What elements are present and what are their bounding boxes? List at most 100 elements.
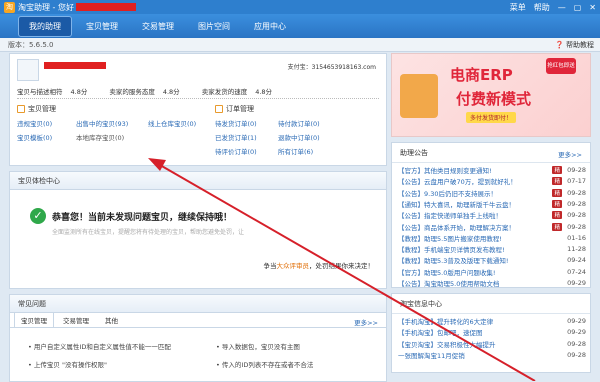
banner-tagline: 多付发货即付！: [466, 112, 517, 123]
main-nav: 我的助理 宝贝管理 交易管理 图片空间 应用中心: [0, 14, 600, 38]
faq-tab-other[interactable]: 其他: [98, 312, 125, 327]
shipped-orders-link[interactable]: 已发货订单(1): [215, 132, 257, 142]
all-orders-link[interactable]: 所有订单(6): [278, 146, 313, 156]
shopping-bag-icon: [400, 74, 438, 118]
announcements-title[interactable]: 【官方】其他类目规则变更通知!: [398, 165, 550, 175]
announcements-item[interactable]: 【官方】其他类目规则变更通知! 精 09-28: [398, 165, 586, 175]
announcements-title[interactable]: 【教程】助理5.3普及及版理下载通知!: [398, 255, 562, 265]
announcements-title[interactable]: 【公告】9.30后仍旧不支持展示！: [398, 188, 550, 198]
shop-ratings: 宝贝与描述相符 4.8分 卖家的服务态度 4.8分 卖家发货的速度 4.8分: [17, 86, 272, 96]
announcements-item[interactable]: 【教程】手机端宝贝详情页发布教程! 11-28: [398, 244, 586, 254]
erp-ad-banner[interactable]: 抢红包即送 电商ERP 付费新模式 多付发货即付！: [391, 53, 591, 137]
faq-tab-trade[interactable]: 交易管理: [56, 312, 96, 327]
announcements-title[interactable]: 【公告】淘宝助理5.0使用帮助文档: [398, 278, 562, 288]
announcements-title[interactable]: 【通知】特大喜讯，助理新版千牛云盘！: [398, 199, 550, 209]
local-stock-goods-link[interactable]: 本地库存宝贝(0): [76, 132, 124, 142]
announcements-item[interactable]: 【教程】助理5.3普及及版理下载通知! 09-24: [398, 255, 586, 265]
box-icon: [17, 105, 25, 113]
news-item[interactable]: 【手机淘宝】包邮吧，速促图 09-29: [398, 327, 586, 337]
help-button[interactable]: 帮助: [534, 2, 550, 13]
announcements-date: 07-24: [567, 267, 586, 276]
faq-item[interactable]: • 传入的ID列表不存在或者不合法: [216, 359, 313, 369]
refund-orders-link[interactable]: 退款中订单(0): [278, 132, 320, 142]
menu-button[interactable]: 菜单: [510, 2, 526, 13]
announcements-item[interactable]: 【公告】淘宝助理5.0使用帮助文档 09-29: [398, 278, 586, 288]
close-icon[interactable]: ✕: [589, 3, 596, 12]
order-icon: [215, 105, 223, 113]
version-label: 版本：5.6.5.0: [8, 40, 54, 49]
announcements-date: 09-28: [567, 222, 586, 231]
news-item[interactable]: 一张图解淘宝11月促销 09-28: [398, 350, 586, 360]
taobao-logo-icon: 淘: [4, 1, 15, 13]
announcements-item[interactable]: 【公告】商品体系开始，助理解决方案！精 09-28: [398, 222, 586, 232]
news-title[interactable]: 一张图解淘宝11月促销: [398, 350, 562, 360]
violation-goods-link[interactable]: 违规宝贝(0): [17, 118, 52, 128]
news-title[interactable]: 【宝贝淘宝】交易积极性大幅提升: [398, 339, 562, 349]
help-tutorial-link[interactable]: ❓ 帮助教程: [555, 40, 594, 50]
health-check-subtext: 全面监测所有在线宝贝，提醒您将有待处理的宝贝，帮助您避免处罚，让: [52, 229, 245, 236]
announcements-title[interactable]: 【公告】指定快递师单独手上线啦！: [398, 210, 550, 220]
announcements-date: 11-28: [567, 245, 586, 254]
tab-images[interactable]: 图片空间: [188, 17, 240, 36]
rating-item: 卖家的服务态度 4.8分: [109, 88, 180, 96]
news-title[interactable]: 【手机淘宝】包邮吧，速促图: [398, 327, 562, 337]
announcements-date: 09-28: [567, 166, 586, 174]
on-sale-goods-link[interactable]: 出售中的宝贝(93): [76, 118, 128, 128]
title-bar: 淘 淘宝助理 - 您好 菜单 帮助 — ▢ ✕: [0, 0, 600, 14]
announcements-more-link[interactable]: 更多>>: [558, 149, 582, 159]
maximize-icon[interactable]: ▢: [574, 3, 582, 12]
news-panel: 淘宝信息中心 【手机淘宝】提升转化的6大定律 09-29 【手机淘宝】包邮吧，速促图…: [391, 293, 591, 373]
health-check-panel: 宝贝体检中心 ✓ 恭喜您！当前未发现问题宝贝，继续保持哦！ 全面监测所有在线宝贝…: [9, 171, 387, 289]
news-item[interactable]: 【宝贝淘宝】交易积极性大幅提升 09-28: [398, 339, 586, 349]
announcements-date: 09-28: [567, 211, 586, 220]
faq-tab-goods[interactable]: 宝贝管理: [14, 312, 54, 327]
alipay-account: 支付宝：3154653918163.com: [287, 64, 376, 71]
hot-badge: 精: [552, 188, 562, 197]
tab-apps[interactable]: 应用中心: [244, 17, 296, 36]
announcements-item[interactable]: 【官方】助理5.0版用户问题收集! 07-24: [398, 267, 586, 277]
redacted-shop-name: [44, 62, 106, 69]
minimize-icon[interactable]: —: [558, 3, 566, 12]
news-date: 09-28: [567, 339, 586, 348]
faq-more-link[interactable]: 更多>>: [354, 317, 378, 327]
announcements-item[interactable]: 【教程】助理5.5图片搬家使用教程! 01-16: [398, 233, 586, 243]
hot-badge: 精: [552, 166, 562, 174]
announcements-date: 01-16: [567, 233, 586, 242]
goods-template-link[interactable]: 宝贝模板(0): [17, 132, 52, 142]
faq-item[interactable]: • 导入数据包，宝贝没有主图: [216, 341, 300, 351]
faq-header: 常见问题: [10, 295, 386, 313]
announcements-title[interactable]: 【教程】助理5.5图片搬家使用教程!: [398, 233, 562, 243]
warehouse-goods-link[interactable]: 线上仓库宝贝(0): [148, 118, 196, 128]
hot-badge: 精: [552, 199, 562, 208]
unpaid-orders-link[interactable]: 待付款订单(0): [278, 118, 320, 128]
tab-goods[interactable]: 宝贝管理: [76, 17, 128, 36]
news-title[interactable]: 【手机淘宝】提升转化的6大定律: [398, 316, 562, 326]
banner-subheadline: 付费新模式: [456, 90, 532, 108]
check-circle-icon: ✓: [30, 208, 46, 224]
announcements-item[interactable]: 【公告】云盘用户破70万，提到就好礼！精 07-17: [398, 176, 586, 186]
to-ship-orders-link[interactable]: 待发货订单(0): [215, 118, 257, 128]
news-item[interactable]: 【手机淘宝】提升转化的6大定律 09-29: [398, 316, 586, 326]
faq-item[interactable]: • 上传宝贝 "没有操作权限": [28, 359, 107, 369]
to-review-orders-link[interactable]: 待评价订单(0): [215, 146, 257, 156]
announcements-item[interactable]: 【公告】9.30后仍旧不支持展示！精 09-28: [398, 188, 586, 198]
public-reviewer-link[interactable]: 大众评审员: [277, 262, 310, 270]
announcements-title[interactable]: 【公告】云盘用户破70万，提到就好礼！: [398, 176, 550, 186]
tab-trade[interactable]: 交易管理: [132, 17, 184, 36]
health-check-message: 恭喜您！当前未发现问题宝贝，继续保持哦！: [52, 213, 233, 223]
announcements-item[interactable]: 【通知】特大喜讯，助理新版千牛云盘！精 09-28: [398, 199, 586, 209]
tab-my-assistant[interactable]: 我的助理: [18, 15, 72, 37]
banner-headline: 电商ERP: [450, 66, 513, 84]
faq-item[interactable]: • 用户自定义属性ID和自定义属性值不能一一匹配: [28, 341, 171, 351]
announcements-title[interactable]: 【公告】商品体系开始，助理解决方案！: [398, 222, 550, 232]
announcements-date: 09-28: [567, 188, 586, 197]
profile-panel: 支付宝：3154653918163.com 宝贝与描述相符 4.8分 卖家的服务态…: [9, 53, 387, 166]
announcements-item[interactable]: 【公告】指定快递师单独手上线啦！精 09-28: [398, 210, 586, 220]
version-bar: 版本：5.6.5.0 ❓ 帮助教程: [0, 38, 600, 52]
hot-badge: 精: [552, 177, 562, 186]
health-check-header: 宝贝体检中心: [10, 172, 386, 190]
announcements-title[interactable]: 【官方】助理5.0版用户问题收集!: [398, 267, 562, 277]
orders-section-title: 订单管理: [215, 104, 254, 114]
hot-badge: 精: [552, 222, 562, 231]
announcements-title[interactable]: 【教程】手机端宝贝详情页发布教程!: [398, 244, 562, 254]
